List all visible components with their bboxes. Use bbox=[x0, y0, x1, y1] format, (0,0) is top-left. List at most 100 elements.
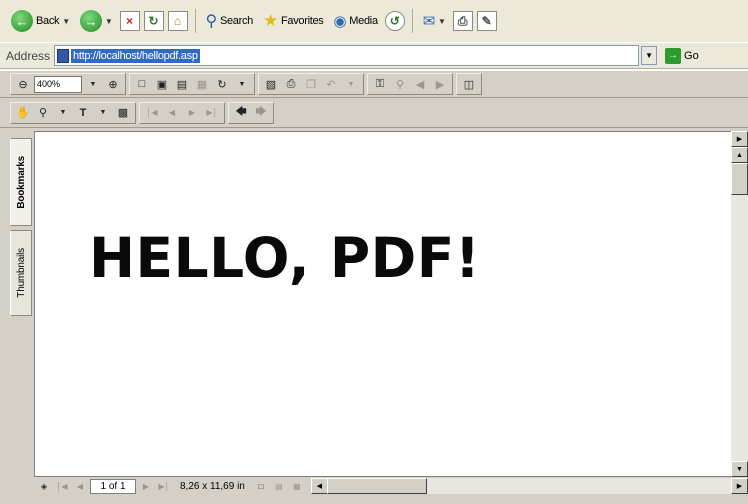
tab-thumbnails-label: Thumbnails bbox=[15, 248, 27, 298]
search-doc-icon[interactable]: ⚲ bbox=[391, 75, 409, 93]
file-group: ▧ ⎙ ❐ ↶ ▼ bbox=[258, 73, 364, 95]
search-label: Search bbox=[219, 15, 253, 27]
chevron-down-icon[interactable]: ▼ bbox=[84, 75, 102, 93]
back-button[interactable]: ← Back ▼ bbox=[8, 7, 73, 35]
address-label: Address bbox=[6, 48, 51, 63]
copy-icon[interactable]: ❐ bbox=[302, 75, 320, 93]
fit-visible-icon[interactable]: ▦ bbox=[193, 75, 211, 93]
zoom-in-icon[interactable]: ⊕ bbox=[104, 75, 122, 93]
status-menu-icon[interactable]: ◈ bbox=[36, 478, 52, 494]
pdf-viewer: Bookmarks Thumbnails HELLO, PDF! ▶ ▲ ▼ ◈… bbox=[0, 128, 748, 504]
forward-arrow-icon: → bbox=[79, 10, 102, 32]
go-arrow-icon: → bbox=[665, 47, 682, 64]
scroll-down-arrow-icon[interactable]: ▼ bbox=[731, 461, 748, 477]
pdf-toolbar-bottom: ✋ ⚲ ▼ T ▼ ▩ │◀ ◀ ▶ ▶│ 🡄 🡆 bbox=[0, 98, 748, 128]
go-back-icon[interactable]: 🡄 bbox=[232, 104, 250, 122]
chevron-down-icon[interactable]: ▼ bbox=[105, 17, 113, 26]
edit-icon[interactable]: ✎ bbox=[476, 11, 497, 31]
mail-button[interactable]: ✉ ▼ bbox=[420, 7, 449, 35]
chevron-down-icon[interactable]: ▼ bbox=[62, 17, 70, 26]
hand-tool-icon[interactable]: ✋ bbox=[14, 104, 32, 122]
star-icon: ★ bbox=[263, 11, 278, 30]
pdf-page[interactable]: HELLO, PDF! bbox=[34, 131, 731, 477]
page-number-field[interactable]: 1 of 1 bbox=[90, 478, 136, 494]
go-forward-icon[interactable]: 🡆 bbox=[252, 104, 270, 122]
find-group: ⚿ ⚲ ◀ ▶ bbox=[367, 73, 453, 95]
horizontal-scrollbar[interactable]: ◀ ▶ bbox=[310, 478, 748, 494]
scroll-up-arrow-icon[interactable]: ▲ bbox=[731, 147, 748, 163]
vertical-scrollbar[interactable]: ▶ ▲ ▼ bbox=[731, 131, 748, 477]
view-group: □ ▣ ▤ ▦ ↻ ▼ bbox=[129, 73, 255, 95]
panel-group: ◫ bbox=[456, 73, 482, 95]
tools-group: ✋ ⚲ ▼ T ▼ ▩ bbox=[10, 101, 136, 124]
pdf-status-bar: ◈ │◀ ◀ 1 of 1 ▶ ▶│ 8,26 x 11,69 in □ ▤ ▦… bbox=[34, 477, 748, 495]
fit-page-icon[interactable]: ▣ bbox=[153, 75, 171, 93]
chevron-down-icon[interactable]: ▼ bbox=[54, 104, 72, 122]
ie-toolbar: ← Back ▼ → ▼ × ↻ ⌂ ⚲ Search ★ Favorites … bbox=[0, 0, 748, 42]
pdf-page-text: HELLO, PDF! bbox=[89, 226, 481, 290]
favorites-label: Favorites bbox=[280, 15, 324, 27]
media-label: Media bbox=[349, 15, 378, 27]
mail-icon: ✉ bbox=[422, 13, 436, 30]
back-arrow-icon: ← bbox=[11, 10, 33, 32]
toolbar-separator bbox=[194, 9, 196, 33]
next-page-icon[interactable]: ▶ bbox=[183, 104, 201, 122]
zoom-group: ⊖ 400% ▼ ⊕ bbox=[10, 73, 126, 95]
facing-icon[interactable]: ▦ bbox=[289, 478, 305, 494]
media-globe-icon: ◉ bbox=[333, 13, 347, 30]
rotate-icon[interactable]: ↻ bbox=[213, 75, 231, 93]
print-icon[interactable]: ⎙ bbox=[452, 11, 473, 31]
horizontal-scroll-thumb[interactable] bbox=[326, 478, 427, 494]
scroll-right-arrow-icon[interactable]: ▶ bbox=[731, 131, 748, 147]
address-input[interactable]: http://localhost/hellopdf.asp bbox=[54, 45, 640, 66]
favorites-button[interactable]: ★ Favorites bbox=[260, 7, 327, 35]
page-icon bbox=[57, 48, 70, 63]
single-page-icon[interactable]: □ bbox=[253, 478, 269, 494]
print-icon[interactable]: ⎙ bbox=[282, 75, 300, 93]
chevron-down-icon[interactable]: ▼ bbox=[438, 17, 446, 26]
media-button[interactable]: ◉ Media bbox=[331, 7, 381, 35]
first-page-icon[interactable]: │◀ bbox=[143, 104, 161, 122]
show-panel-icon[interactable]: ◫ bbox=[460, 75, 478, 93]
address-dropdown-button[interactable]: ▼ bbox=[641, 46, 658, 65]
next-view-icon[interactable]: ▶ bbox=[431, 75, 449, 93]
prev-view-icon[interactable]: ◀ bbox=[411, 75, 429, 93]
chevron-down-icon[interactable]: ▼ bbox=[233, 75, 251, 93]
go-label: Go bbox=[684, 49, 699, 62]
prev-page-icon[interactable]: ◀ bbox=[163, 104, 181, 122]
fit-width-icon[interactable]: ▤ bbox=[173, 75, 191, 93]
tab-thumbnails[interactable]: Thumbnails bbox=[10, 230, 32, 316]
scroll-left-arrow-icon[interactable]: ◀ bbox=[310, 478, 328, 494]
forward-button[interactable]: → ▼ bbox=[77, 7, 116, 35]
find-binoculars-icon[interactable]: ⚿ bbox=[371, 75, 389, 93]
tab-bookmarks[interactable]: Bookmarks bbox=[10, 138, 32, 226]
navigation-tabs: Bookmarks Thumbnails bbox=[10, 138, 32, 488]
home-icon[interactable]: ⌂ bbox=[167, 11, 188, 31]
chevron-down-icon[interactable]: ▼ bbox=[342, 75, 360, 93]
address-bar: Address http://localhost/hellopdf.asp ▼ … bbox=[0, 42, 748, 69]
prev-page-icon[interactable]: ◀ bbox=[72, 478, 88, 494]
zoom-input[interactable]: 400% bbox=[34, 75, 82, 93]
last-page-icon[interactable]: ▶│ bbox=[203, 104, 221, 122]
zoom-out-icon[interactable]: ⊖ bbox=[14, 75, 32, 93]
undo-icon[interactable]: ↶ bbox=[322, 75, 340, 93]
refresh-icon[interactable]: ↻ bbox=[143, 11, 164, 31]
continuous-icon[interactable]: ▤ bbox=[271, 478, 287, 494]
zoom-tool-icon[interactable]: ⚲ bbox=[34, 104, 52, 122]
text-select-icon[interactable]: T bbox=[74, 104, 92, 122]
save-icon[interactable]: ▧ bbox=[262, 75, 280, 93]
actual-size-icon[interactable]: □ bbox=[133, 75, 151, 93]
chevron-down-icon[interactable]: ▼ bbox=[94, 104, 112, 122]
stop-icon[interactable]: × bbox=[119, 11, 140, 31]
search-button[interactable]: ⚲ Search bbox=[203, 7, 256, 35]
tab-bookmarks-label: Bookmarks bbox=[15, 155, 27, 209]
vertical-scroll-thumb[interactable] bbox=[731, 163, 748, 195]
scroll-right-arrow-icon[interactable]: ▶ bbox=[731, 478, 748, 494]
last-page-icon[interactable]: ▶│ bbox=[156, 478, 172, 494]
first-page-icon[interactable]: │◀ bbox=[54, 478, 70, 494]
history-icon[interactable]: ↺ bbox=[384, 11, 405, 31]
go-button[interactable]: → Go bbox=[665, 47, 699, 64]
address-url[interactable]: http://localhost/hellopdf.asp bbox=[71, 48, 200, 63]
next-page-icon[interactable]: ▶ bbox=[138, 478, 154, 494]
snapshot-icon[interactable]: ▩ bbox=[114, 104, 132, 122]
